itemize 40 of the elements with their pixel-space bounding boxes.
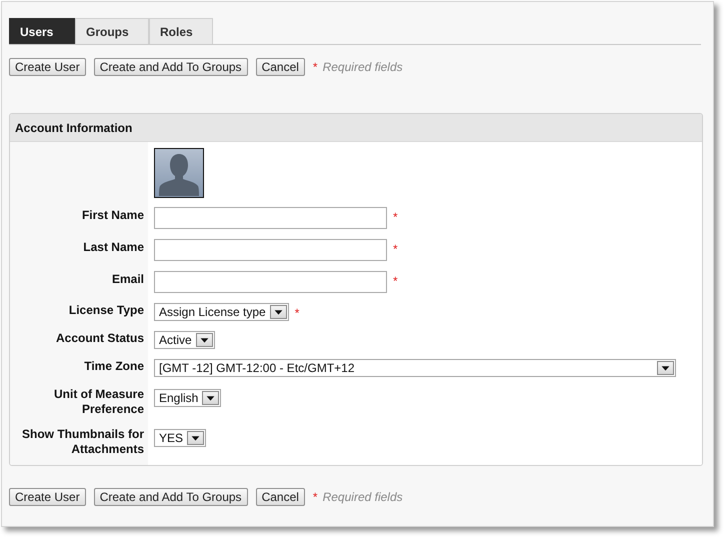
caret-icon bbox=[196, 333, 213, 347]
tab[interactable]: Groups bbox=[75, 18, 149, 44]
required-note: Required fields bbox=[322, 490, 403, 504]
field-label: Unit of Measure Preference bbox=[52, 387, 144, 417]
caret-icon bbox=[657, 361, 674, 375]
select-field[interactable]: English bbox=[154, 389, 222, 407]
action-button[interactable]: Cancel bbox=[256, 488, 305, 506]
field-label: Last Name bbox=[82, 240, 144, 255]
section-title: Account Information bbox=[10, 114, 702, 142]
caret-icon bbox=[187, 431, 204, 445]
action-button[interactable]: Create and Add To Groups bbox=[94, 488, 248, 506]
required-mark: * bbox=[312, 490, 318, 504]
action-button[interactable]: Cancel bbox=[256, 58, 305, 76]
required-mark: * bbox=[393, 273, 398, 288]
required-mark: * bbox=[393, 241, 398, 256]
field-label: Show Thumbnails for Attachments bbox=[21, 427, 144, 457]
action-button[interactable]: Create and Add To Groups bbox=[94, 58, 248, 76]
select-field[interactable]: Assign License type bbox=[154, 303, 289, 321]
tab[interactable]: Roles bbox=[149, 18, 213, 44]
text-field[interactable] bbox=[154, 239, 387, 261]
select-field[interactable]: YES bbox=[154, 429, 206, 447]
select-field[interactable]: Active bbox=[154, 331, 215, 349]
text-field[interactable] bbox=[154, 207, 387, 229]
caret-icon bbox=[202, 391, 220, 405]
action-button[interactable]: Create User bbox=[9, 58, 86, 76]
field-label: Time Zone bbox=[83, 359, 144, 374]
required-mark: * bbox=[393, 209, 398, 224]
required-mark: * bbox=[312, 60, 318, 74]
select-field[interactable]: [GMT -12] GMT-12:00 - Etc/GMT+12 bbox=[154, 359, 676, 377]
avatar-icon bbox=[154, 148, 204, 198]
required-note: Required fields bbox=[322, 60, 403, 74]
tab[interactable]: Users bbox=[9, 18, 75, 44]
field-label: License Type bbox=[68, 303, 144, 318]
action-button[interactable]: Create User bbox=[9, 488, 86, 506]
field-label: Email bbox=[110, 272, 144, 287]
field-label: Account Status bbox=[54, 331, 144, 346]
caret-icon bbox=[270, 305, 287, 319]
field-label: First Name bbox=[80, 208, 144, 223]
text-field[interactable] bbox=[154, 271, 387, 293]
required-mark: * bbox=[294, 305, 300, 320]
